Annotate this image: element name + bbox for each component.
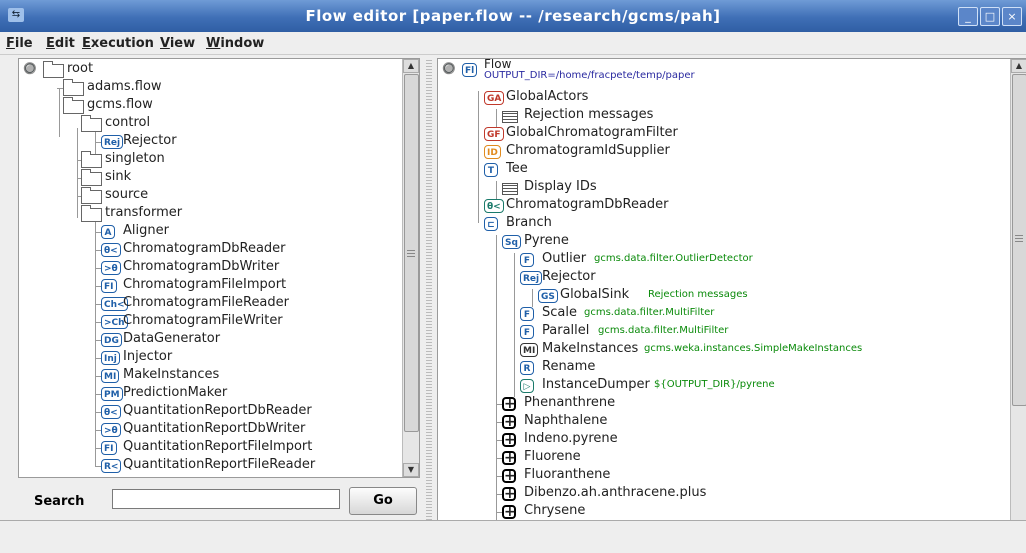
actor-icon: MI — [101, 369, 120, 383]
menu-edit[interactable]: Edit — [46, 36, 75, 51]
folder-icon — [63, 79, 84, 96]
rejector-icon: Rej — [101, 135, 124, 149]
actor-icon: >θ — [101, 423, 121, 437]
maximize-button[interactable]: □ — [980, 7, 1000, 26]
menu-view[interactable]: View — [160, 36, 195, 51]
folder-icon — [63, 97, 84, 114]
tee-icon: T — [484, 163, 498, 177]
sequence-icon: Sq — [502, 235, 521, 249]
scroll-up-icon[interactable]: ▲ — [403, 59, 419, 73]
go-button[interactable]: Go — [349, 487, 417, 515]
expand-icon[interactable]: + — [502, 415, 516, 429]
actor-icon: θ< — [101, 243, 121, 257]
rejector-icon: Rej — [520, 271, 543, 285]
folder-icon — [43, 61, 64, 78]
flow-tree-panel[interactable]: 🔘 Fl Flow OUTPUT_DIR=/home/fracpete/temp… — [437, 58, 1026, 549]
folder-icon — [81, 151, 102, 168]
filter-icon: F — [520, 253, 534, 267]
flow-icon: Fl — [462, 63, 478, 77]
filter-icon: F — [520, 307, 534, 321]
actor-icon: Inj — [101, 351, 120, 365]
branch-icon: ⊏ — [484, 217, 498, 231]
search-input[interactable] — [112, 489, 340, 509]
global-filter-icon: GF — [484, 127, 504, 141]
transformer-label: ChromatogramDbReader — [123, 241, 286, 256]
db-reader-icon: θ< — [484, 199, 504, 213]
transformer-label: QuantitationReportFileReader — [123, 457, 316, 472]
actor-icon: θ< — [101, 405, 121, 419]
rename-icon: R — [520, 361, 534, 375]
global-actors-icon: GA — [484, 91, 505, 105]
transformer-label: MakeInstances — [123, 367, 220, 382]
folder-icon — [81, 187, 102, 204]
dumper-icon: ▷ — [520, 379, 534, 393]
global-sink-icon: GS — [538, 289, 558, 303]
transformer-label: QuantitationReportDbWriter — [123, 421, 306, 436]
transformer-label: ChromatogramDbWriter — [123, 259, 280, 274]
folder-icon — [81, 115, 102, 132]
scroll-thumb[interactable] — [404, 74, 419, 432]
branch-label: Chrysene — [524, 503, 586, 518]
collapse-icon[interactable]: 🔘 — [23, 62, 37, 76]
folder-icon — [81, 205, 102, 222]
minimize-button[interactable]: _ — [958, 7, 978, 26]
actor-icon: DG — [101, 333, 122, 347]
search-panel: Search Go — [18, 480, 418, 520]
split-pane-divider[interactable] — [426, 58, 432, 547]
branch-label: Fluoranthene — [524, 467, 611, 482]
branch-label: Dibenzo.ah.anthracene.plus — [524, 485, 707, 500]
actor-icon: A — [101, 225, 115, 239]
actor-icon: R< — [101, 459, 122, 473]
expand-icon[interactable]: + — [502, 505, 516, 519]
transformer-label: Aligner — [123, 223, 169, 238]
branch-label: Naphthalene — [524, 413, 608, 428]
display-icon — [502, 183, 518, 195]
menu-execution[interactable]: Execution — [82, 36, 154, 51]
actor-icon: FI — [101, 441, 117, 455]
id-supplier-icon: ID — [484, 145, 501, 159]
folder-icon — [81, 169, 102, 186]
scroll-up-icon[interactable]: ▲ — [1011, 59, 1026, 73]
transformer-label: ChromatogramFileImport — [123, 277, 287, 292]
transformer-label: DataGenerator — [123, 331, 221, 346]
make-instances-icon: MI — [520, 343, 539, 357]
expand-icon[interactable]: + — [502, 433, 516, 447]
left-scrollbar[interactable]: ▲ ▼ — [402, 59, 419, 477]
branch-label: Fluorene — [524, 449, 581, 464]
transformer-label: QuantitationReportFileImport — [123, 439, 313, 454]
title-bar: ⇆ Flow editor [paper.flow -- /research/g… — [0, 0, 1026, 32]
filter-icon: F — [520, 325, 534, 339]
expand-icon[interactable]: + — [502, 397, 516, 411]
actor-icon: FI — [101, 279, 117, 293]
transformer-label: ChromatogramFileReader — [123, 295, 289, 310]
branch-label: Phenanthrene — [524, 395, 616, 410]
actor-icon: >θ — [101, 261, 121, 275]
scroll-thumb[interactable] — [1012, 74, 1026, 406]
transformer-label: ChromatogramFileWriter — [123, 313, 283, 328]
display-icon — [502, 111, 518, 123]
actor-icon: PM — [101, 387, 123, 401]
menu-window[interactable]: Window — [206, 36, 264, 51]
expand-icon[interactable]: + — [502, 487, 516, 501]
transformer-label: Injector — [123, 349, 173, 364]
menu-file[interactable]: File — [6, 36, 33, 51]
scroll-down-icon[interactable]: ▼ — [403, 463, 419, 477]
right-scrollbar[interactable]: ▲ ▼ — [1010, 59, 1026, 548]
menu-bar: File Edit Execution View Window — [0, 32, 1026, 55]
collapse-icon[interactable]: 🔘 — [442, 62, 456, 76]
transformer-label: PredictionMaker — [123, 385, 228, 400]
window-title: Flow editor [paper.flow -- /research/gcm… — [305, 7, 721, 25]
branch-label: Indeno.pyrene — [524, 431, 618, 446]
expand-icon[interactable]: + — [502, 469, 516, 483]
status-bar — [0, 520, 1026, 553]
expand-icon[interactable]: + — [502, 451, 516, 465]
actor-tree-panel[interactable]: 🔘 root adams.flow gcms.flow control Rej … — [18, 58, 420, 478]
close-button[interactable]: × — [1002, 7, 1022, 26]
transformer-label: QuantitationReportDbReader — [123, 403, 312, 418]
search-label: Search — [34, 494, 85, 509]
